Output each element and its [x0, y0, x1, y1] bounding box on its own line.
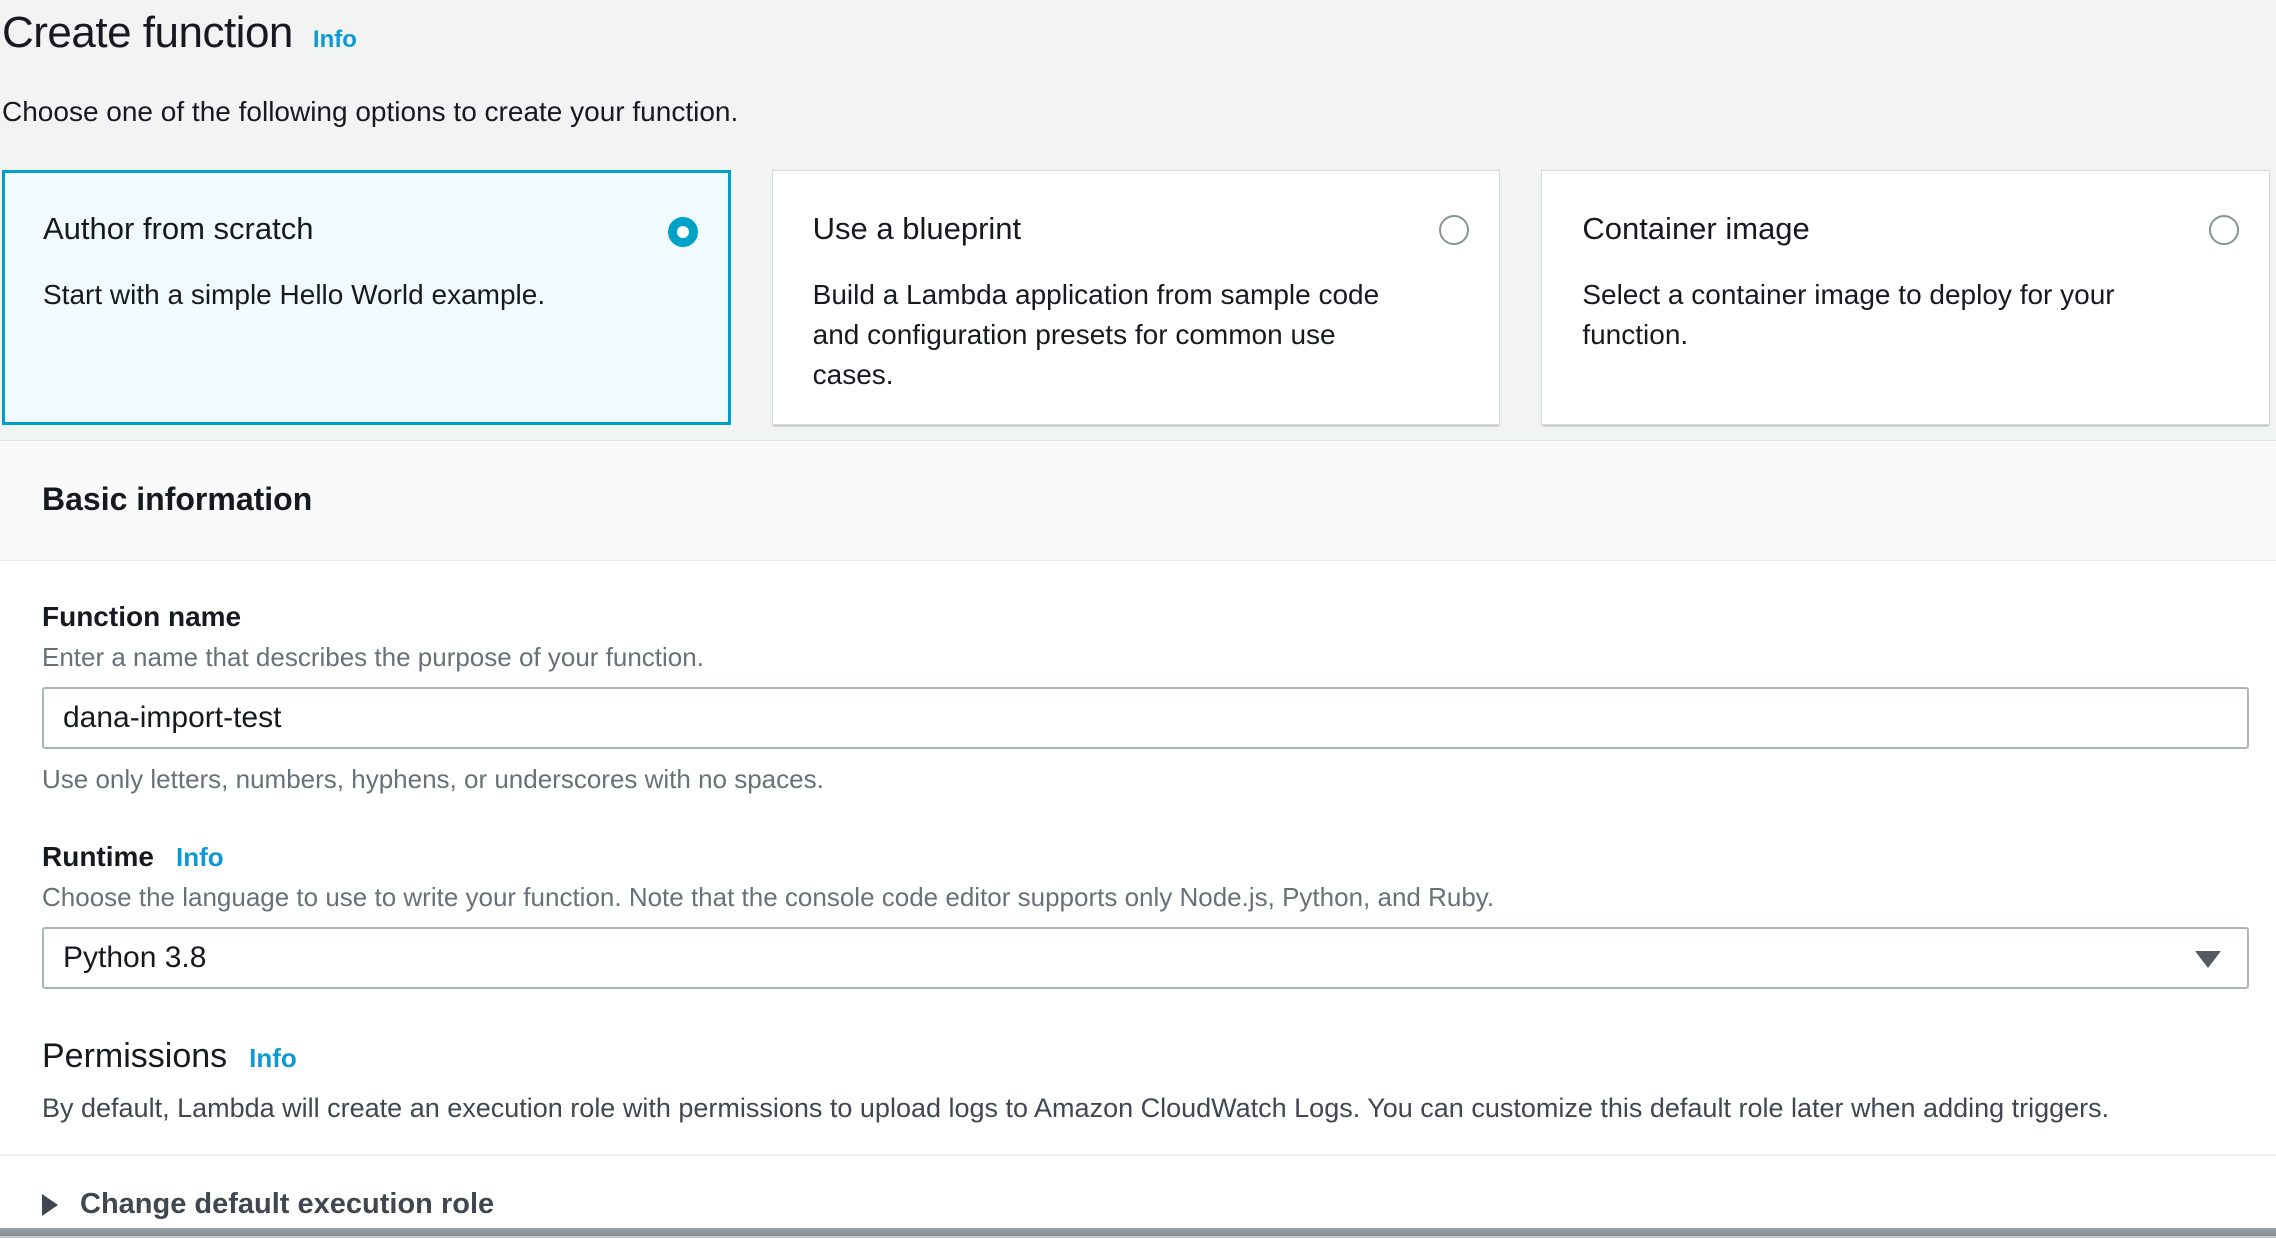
permissions-description: By default, Lambda will create an execut… [42, 1093, 2249, 1124]
radio-button-icon[interactable] [1439, 215, 1469, 245]
option-card-author-from-scratch[interactable]: Author from scratch Start with a simple … [2, 170, 731, 425]
chevron-down-icon [2195, 951, 2221, 968]
radio-button-icon[interactable] [2209, 215, 2239, 245]
function-name-constraint: Use only letters, numbers, hyphens, or u… [42, 764, 2249, 795]
runtime-label-row: Runtime Info [42, 841, 2249, 873]
form-fields: Function name Enter a name that describe… [0, 601, 2276, 1124]
caret-right-icon [42, 1194, 58, 1216]
runtime-description: Choose the language to use to write your… [42, 882, 2249, 913]
function-name-input[interactable] [42, 687, 2249, 749]
permissions-header: Permissions [42, 1037, 227, 1076]
page-title-row: Create function Info [2, 6, 2270, 58]
basic-information-header-band: Basic information [0, 440, 2276, 561]
creation-option-cards: Author from scratch Start with a simple … [2, 170, 2270, 388]
page-header-section: Create function Info Choose one of the f… [0, 0, 2276, 440]
function-name-label: Function name [42, 601, 2249, 633]
runtime-field: Runtime Info Choose the language to use … [42, 841, 2249, 989]
runtime-select[interactable]: Python 3.8 [42, 927, 2249, 989]
permissions-info-link[interactable]: Info [249, 1043, 297, 1074]
option-description: Start with a simple Hello World example. [43, 275, 630, 315]
function-name-description: Enter a name that describes the purpose … [42, 642, 2249, 673]
change-default-execution-role-label: Change default execution role [80, 1188, 494, 1221]
option-card-container-image[interactable]: Container image Select a container image… [1541, 170, 2270, 425]
option-description: Build a Lambda application from sample c… [813, 275, 1400, 394]
create-function-page: Create function Info Choose one of the f… [0, 0, 2276, 1238]
page-title: Create function [2, 8, 293, 58]
option-title: Use a blueprint [813, 211, 1400, 247]
option-description: Select a container image to deploy for y… [1582, 275, 2169, 355]
permissions-title-row: Permissions Info [42, 1037, 2249, 1076]
basic-information-body: Function name Enter a name that describe… [0, 561, 2276, 1238]
permissions-section: Permissions Info By default, Lambda will… [42, 1037, 2249, 1124]
radio-button-icon[interactable] [668, 217, 698, 247]
option-title: Author from scratch [43, 211, 630, 247]
horizontal-divider-bar [0, 1228, 2276, 1238]
runtime-label: Runtime [42, 841, 154, 873]
page-subtitle: Choose one of the following options to c… [2, 96, 2270, 128]
option-card-use-a-blueprint[interactable]: Use a blueprint Build a Lambda applicati… [772, 170, 1501, 425]
change-default-execution-role-toggle[interactable]: Change default execution role [0, 1156, 2276, 1238]
basic-information-header: Basic information [42, 481, 2234, 518]
runtime-info-link[interactable]: Info [176, 842, 224, 873]
function-name-field: Function name Enter a name that describe… [42, 601, 2249, 795]
runtime-selected-value: Python 3.8 [63, 941, 206, 975]
option-title: Container image [1582, 211, 2169, 247]
page-title-info-link[interactable]: Info [313, 26, 357, 54]
